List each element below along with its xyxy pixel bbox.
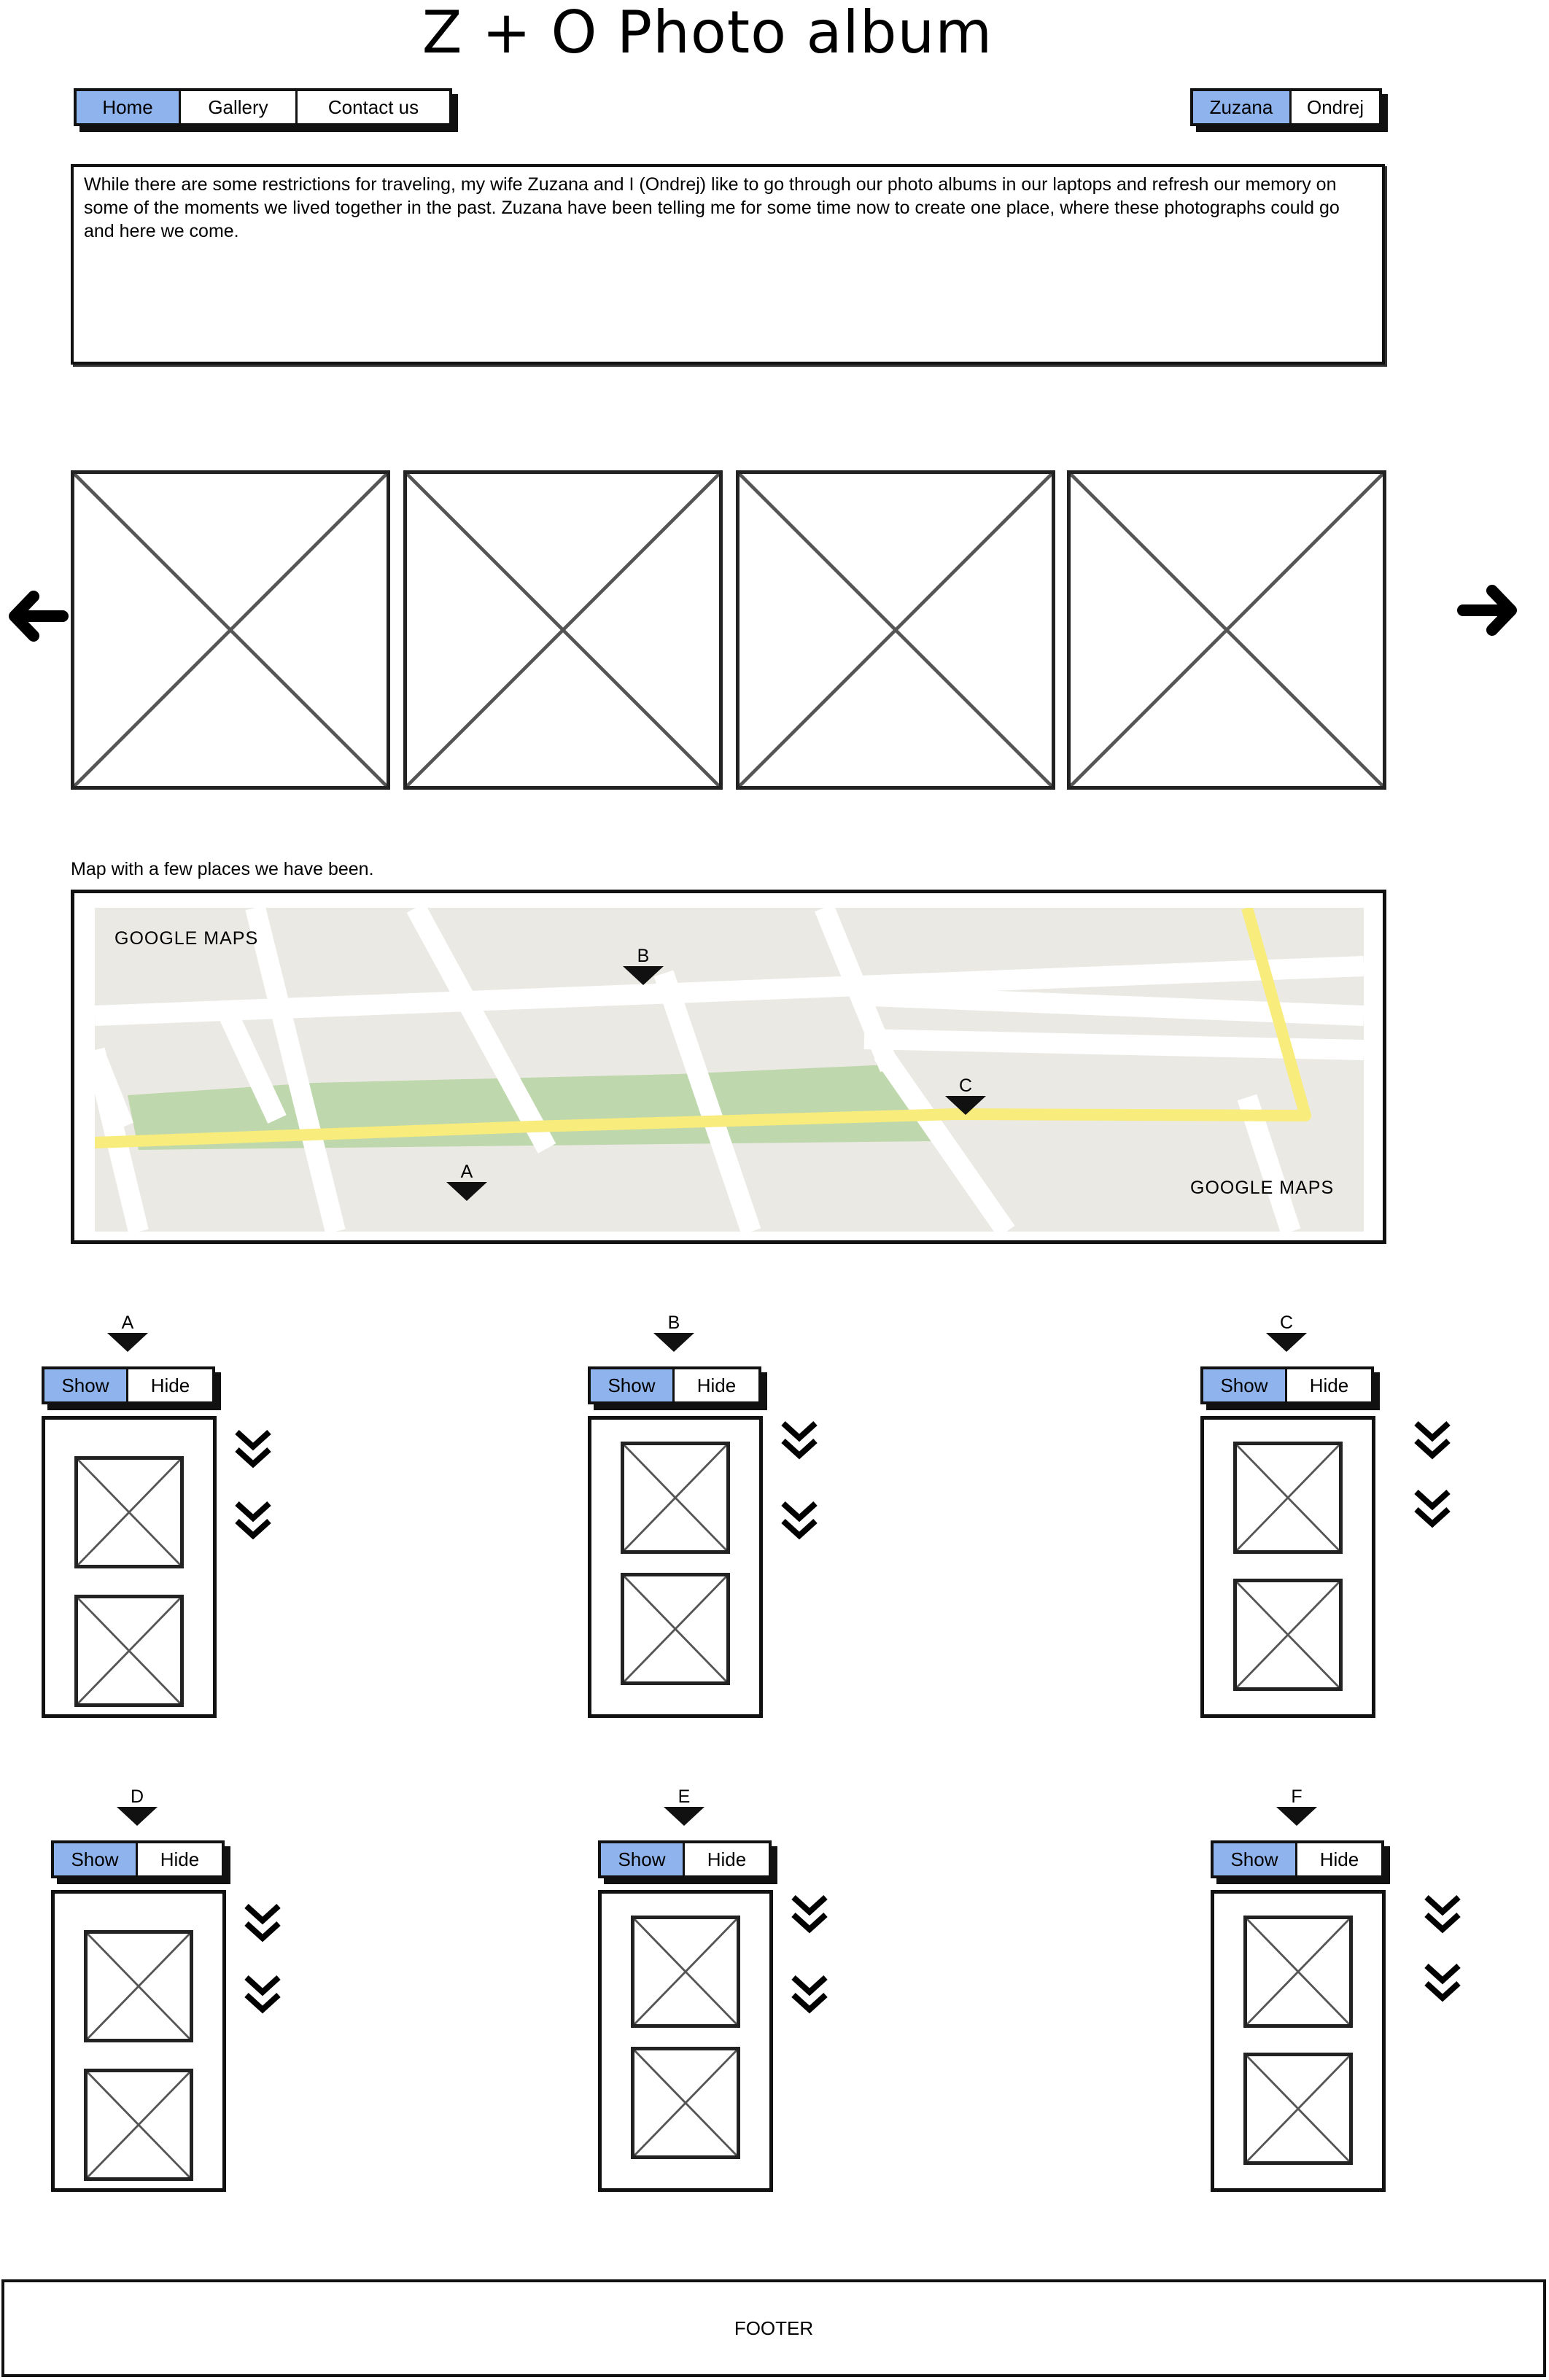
place-d: D Show Hide — [51, 1786, 314, 2209]
nav-home-button[interactable]: Home — [77, 91, 181, 123]
marker-pin-icon — [117, 1807, 158, 1826]
photo-thumbnail[interactable] — [1243, 2053, 1353, 2165]
map-marker-a[interactable]: A — [445, 1162, 489, 1201]
place-a: A Show Hide — [42, 1312, 304, 1735]
place-marker: C — [1265, 1312, 1308, 1352]
hide-button[interactable]: Hide — [675, 1369, 758, 1401]
chevron-double-down-icon[interactable] — [233, 1499, 273, 1541]
carousel-image-2[interactable] — [403, 470, 723, 790]
chevron-double-down-icon[interactable] — [789, 1893, 830, 1935]
photo-thumbnail[interactable] — [1243, 1916, 1353, 2028]
footer-text: FOOTER — [734, 2317, 814, 2339]
chevron-double-down-icon[interactable] — [242, 1973, 283, 2015]
place-label: F — [1291, 1786, 1303, 1807]
photo-thumbnail[interactable] — [74, 1456, 184, 1568]
hide-button[interactable]: Hide — [138, 1843, 222, 1875]
show-button[interactable]: Show — [1214, 1843, 1297, 1875]
photo-thumbnail[interactable] — [84, 1930, 193, 2042]
photo-thumbnail[interactable] — [1233, 1579, 1343, 1691]
chevron-double-down-icon[interactable] — [779, 1499, 820, 1541]
show-button[interactable]: Show — [591, 1369, 675, 1401]
marker-pin-icon — [623, 966, 664, 985]
chevron-double-down-icon[interactable] — [1422, 1893, 1463, 1935]
photo-stack — [1211, 1890, 1386, 2192]
show-button[interactable]: Show — [54, 1843, 138, 1875]
chevron-double-down-icon[interactable] — [779, 1419, 820, 1461]
marker-pin-icon — [446, 1182, 487, 1201]
photo-thumbnail[interactable] — [621, 1442, 730, 1554]
place-e: E Show Hide — [598, 1786, 861, 2209]
user-switch: Zuzana Ondrej — [1190, 88, 1382, 126]
user-zuzana-button[interactable]: Zuzana — [1193, 91, 1292, 123]
intro-text: While there are some restrictions for tr… — [71, 164, 1385, 365]
chevron-double-down-icon[interactable] — [242, 1902, 283, 1944]
marker-pin-icon — [1266, 1333, 1307, 1352]
place-b: B Show Hide — [588, 1312, 850, 1735]
place-c: C Show Hide — [1200, 1312, 1463, 1735]
place-marker: F — [1275, 1786, 1319, 1826]
show-button[interactable]: Show — [44, 1369, 128, 1401]
marker-pin-icon — [664, 1807, 704, 1826]
place-marker: A — [106, 1312, 150, 1352]
map-image — [95, 908, 1364, 1232]
user-ondrej-button[interactable]: Ondrej — [1292, 91, 1379, 123]
photo-thumbnail[interactable] — [631, 2047, 740, 2159]
chevron-double-down-icon[interactable] — [233, 1428, 273, 1470]
show-button[interactable]: Show — [1203, 1369, 1287, 1401]
photo-thumbnail[interactable] — [84, 2069, 193, 2181]
photo-stack — [588, 1416, 763, 1718]
place-label: C — [1279, 1312, 1294, 1333]
carousel-image-3[interactable] — [736, 470, 1055, 790]
hide-button[interactable]: Hide — [128, 1369, 212, 1401]
place-marker: E — [662, 1786, 706, 1826]
place-label: E — [678, 1786, 691, 1807]
carousel-image-1[interactable] — [71, 470, 390, 790]
photo-thumbnail[interactable] — [621, 1573, 730, 1685]
carousel-image-4[interactable] — [1067, 470, 1386, 790]
photo-stack — [51, 1890, 226, 2192]
map-caption: Map with a few places we have been. — [71, 859, 374, 879]
map-marker-a-label: A — [460, 1162, 473, 1182]
nav-contact-button[interactable]: Contact us — [298, 91, 449, 123]
nav-gallery-button[interactable]: Gallery — [181, 91, 298, 123]
place-marker: B — [652, 1312, 696, 1352]
photo-thumbnail[interactable] — [631, 1916, 740, 2028]
arrow-left-icon[interactable] — [4, 583, 69, 649]
chevron-double-down-icon[interactable] — [1412, 1419, 1453, 1461]
place-label: D — [130, 1786, 144, 1807]
map-label-top: GOOGLE MAPS — [114, 928, 259, 949]
marker-pin-icon — [945, 1096, 986, 1115]
map-label-bottom: GOOGLE MAPS — [1190, 1178, 1335, 1198]
map-frame[interactable]: GOOGLE MAPS GOOGLE MAPS B C A — [71, 890, 1386, 1244]
chevron-double-down-icon[interactable] — [1422, 1961, 1463, 2004]
main-nav: Home Gallery Contact us — [74, 88, 452, 126]
chevron-double-down-icon[interactable] — [789, 1973, 830, 2015]
chevron-double-down-icon[interactable] — [1412, 1488, 1453, 1530]
photo-stack — [1200, 1416, 1375, 1718]
photo-thumbnail[interactable] — [1233, 1442, 1343, 1554]
marker-pin-icon — [1276, 1807, 1317, 1826]
photo-thumbnail[interactable] — [74, 1595, 184, 1707]
map-marker-c-label: C — [958, 1076, 973, 1096]
hide-button[interactable]: Hide — [1287, 1369, 1371, 1401]
marker-pin-icon — [653, 1333, 694, 1352]
arrow-right-icon[interactable] — [1457, 578, 1521, 643]
place-label: B — [667, 1312, 680, 1333]
photo-stack — [598, 1890, 773, 2192]
page-title: Z + O Photo album — [422, 0, 993, 66]
map-marker-b-label: B — [637, 946, 650, 966]
photo-stack — [42, 1416, 217, 1718]
place-label: A — [121, 1312, 134, 1333]
show-button[interactable]: Show — [601, 1843, 685, 1875]
marker-pin-icon — [107, 1333, 148, 1352]
footer: FOOTER — [1, 2279, 1546, 2377]
map-marker-c[interactable]: C — [944, 1076, 987, 1115]
place-marker: D — [115, 1786, 159, 1826]
hide-button[interactable]: Hide — [685, 1843, 769, 1875]
hide-button[interactable]: Hide — [1297, 1843, 1381, 1875]
place-f: F Show Hide — [1211, 1786, 1473, 2209]
map-marker-b[interactable]: B — [621, 946, 665, 985]
